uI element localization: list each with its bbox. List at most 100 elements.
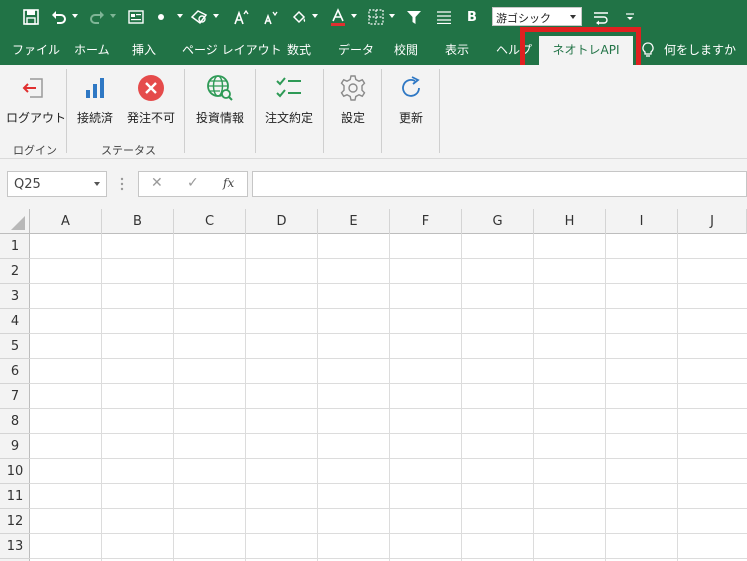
column-header-g[interactable]: G [462,209,534,234]
spreadsheet-grid: A B C D E F G H I J 1 2 3 4 5 6 7 8 9 10… [0,209,747,561]
tab-view[interactable]: 表示 [445,35,469,65]
refresh-label: 更新 [398,111,423,125]
shrink-font-icon[interactable] [261,7,279,27]
excel-window: B 游ゴシック ファイル ホーム 挿入 ページ レイアウト 数式 データ 校閲 … [0,0,747,561]
checklist-icon [262,73,316,103]
name-box-dropdown-icon[interactable] [94,182,100,186]
order-disabled-button[interactable]: 発注不可 [124,73,178,133]
column-header-d[interactable]: D [246,209,318,234]
name-box-value: Q25 [14,177,41,192]
error-circle-icon [124,73,178,103]
row-header[interactable]: 13 [0,534,30,559]
row-header[interactable]: 11 [0,484,30,509]
group-label-status: ステータス [101,144,156,157]
group-separator [439,69,440,153]
order-execution-label: 注文約定 [264,111,313,125]
column-header-a[interactable]: A [30,209,102,234]
enter-icon[interactable]: ✓ [187,175,199,191]
undo-dropdown-icon[interactable] [72,14,78,18]
row-header[interactable]: 12 [0,509,30,534]
borders-dropdown-icon[interactable] [389,14,395,18]
tab-formulas[interactable]: 数式 [287,35,311,65]
tell-me-search[interactable]: 何をしますか [664,35,736,65]
logout-button[interactable]: ログアウト [6,73,66,133]
column-header-e[interactable]: E [318,209,390,234]
fill-color-icon[interactable] [290,7,308,27]
row-header[interactable]: 10 [0,459,30,484]
row-header[interactable]: 5 [0,334,30,359]
group-separator [66,69,67,153]
filter-icon[interactable] [405,7,423,27]
investment-info-label: 投資情報 [195,111,244,125]
formula-bar-grip-icon[interactable] [120,177,124,191]
row-header[interactable]: 2 [0,259,30,284]
font-color-icon[interactable] [329,7,347,27]
font-dropdown-icon[interactable] [570,15,576,19]
lightbulb-icon [642,42,656,58]
tab-data[interactable]: データ [338,35,374,65]
shape-icon[interactable] [189,7,209,27]
font-name-select[interactable]: 游ゴシック [492,7,582,26]
undo-icon[interactable] [50,7,68,27]
font-name-value: 游ゴシック [496,12,551,25]
column-header-f[interactable]: F [390,209,462,234]
logout-icon [6,73,60,103]
insert-function-icon[interactable]: fx [223,176,234,190]
wrap-icon[interactable] [592,7,610,27]
tab-review[interactable]: 校閲 [394,35,418,65]
tab-file[interactable]: ファイル [12,35,60,65]
row-header[interactable]: 1 [0,234,30,259]
bullet-dropdown-icon[interactable] [177,14,183,18]
row-header[interactable]: 6 [0,359,30,384]
tab-insert[interactable]: 挿入 [132,35,156,65]
column-header-j[interactable]: J [678,209,747,234]
connected-label: 接続済 [76,111,113,125]
row-header[interactable]: 9 [0,434,30,459]
select-all-button[interactable] [0,209,30,234]
group-separator [381,69,382,153]
grow-font-icon[interactable] [232,7,250,27]
save-icon[interactable] [22,7,40,27]
align-icon[interactable] [435,7,453,27]
column-header-h[interactable]: H [534,209,606,234]
font-color-dropdown-icon[interactable] [351,14,357,18]
row-header[interactable]: 3 [0,284,30,309]
row-header[interactable]: 4 [0,309,30,334]
fill-color-dropdown-icon[interactable] [312,14,318,18]
borders-icon[interactable] [367,7,385,27]
formula-input[interactable] [252,171,747,197]
gear-icon [332,73,374,103]
group-separator [323,69,324,153]
connected-button[interactable]: 接続済 [74,73,116,133]
investment-info-button[interactable]: 投資情報 [192,73,248,133]
column-header-c[interactable]: C [174,209,246,234]
group-separator [255,69,256,153]
formula-bar: Q25 ✕ ✓ fx [0,159,747,209]
settings-label: 設定 [340,111,365,125]
cancel-icon[interactable]: ✕ [151,175,163,191]
row-header-bar: 1 2 3 4 5 6 7 8 9 10 11 12 13 [0,234,30,561]
tab-home[interactable]: ホーム [74,35,110,65]
column-header-b[interactable]: B [102,209,174,234]
settings-button[interactable]: 設定 [332,73,374,133]
row-header[interactable]: 8 [0,409,30,434]
bullet-icon[interactable] [156,7,166,27]
group-label-login: ログイン [13,144,57,157]
globe-search-icon [192,73,248,103]
redo-icon[interactable] [88,7,106,27]
bold-icon[interactable]: B [464,7,480,27]
tab-page-layout[interactable]: ページ レイアウト [182,35,282,65]
formula-buttons: ✕ ✓ fx [138,171,248,197]
shape-dropdown-icon[interactable] [213,14,219,18]
signal-bars-icon [74,73,116,103]
order-execution-button[interactable]: 注文約定 [262,73,316,133]
form-icon[interactable] [127,7,145,27]
redo-dropdown-icon[interactable] [110,14,116,18]
more-icon[interactable] [624,7,636,27]
refresh-button[interactable]: 更新 [390,73,432,133]
column-header-i[interactable]: I [606,209,678,234]
order-disabled-label: 発注不可 [126,111,175,125]
name-box[interactable]: Q25 [7,171,107,197]
cell-area[interactable] [30,234,747,561]
row-header[interactable]: 7 [0,384,30,409]
